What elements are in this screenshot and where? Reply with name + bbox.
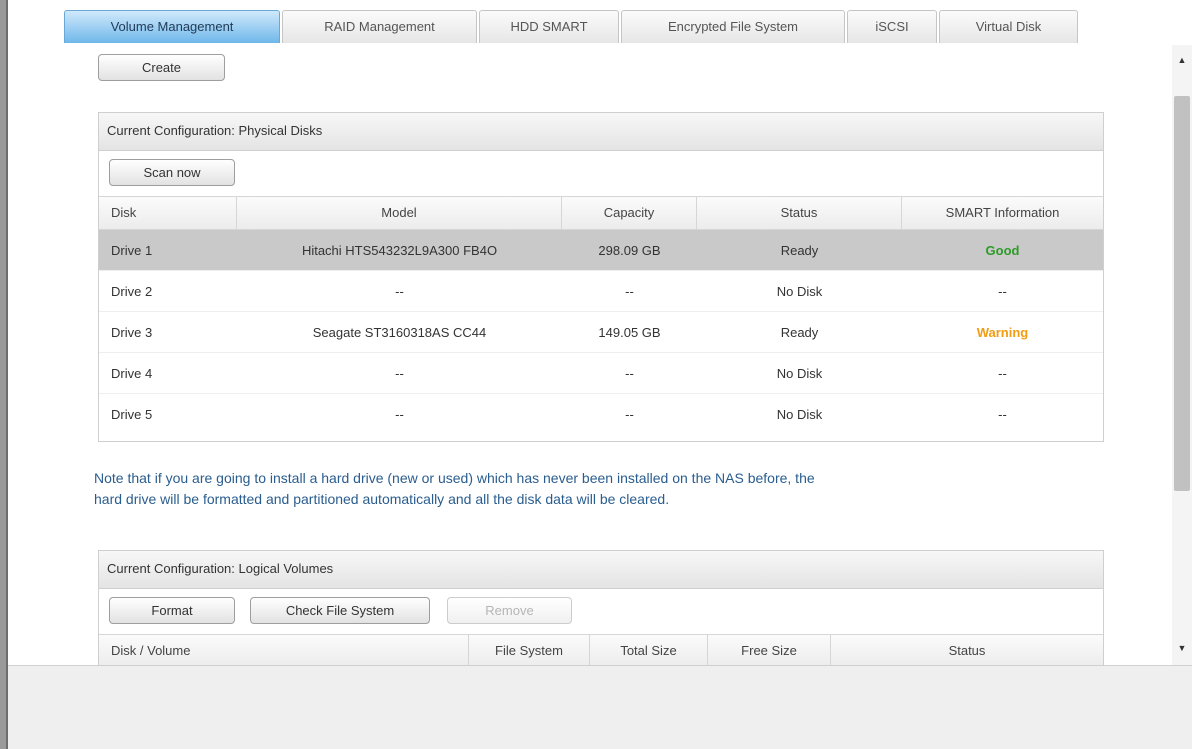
column-header-volume-status[interactable]: Status (831, 635, 1103, 665)
smart-status-good: Good (985, 243, 1020, 258)
smart-cell: -- (998, 284, 1007, 299)
capacity-cell: -- (625, 284, 634, 299)
column-header-capacity[interactable]: Capacity (562, 197, 697, 229)
model-cell: -- (395, 407, 404, 422)
column-header-file-system[interactable]: File System (469, 635, 590, 665)
smart-cell: -- (998, 366, 1007, 381)
tab-virtual-disk[interactable]: Virtual Disk (939, 10, 1078, 43)
note-line-1: Note that if you are going to install a … (94, 470, 815, 486)
status-cell: No Disk (776, 366, 823, 381)
window-frame-left (0, 0, 8, 749)
capacity-cell: -- (625, 407, 634, 422)
physical-disks-table-header: Disk Model Capacity Status SMART Informa… (99, 196, 1103, 230)
table-row[interactable]: Drive 4 -- -- No Disk -- (99, 353, 1103, 394)
status-cell: No Disk (776, 284, 823, 299)
column-header-status[interactable]: Status (697, 197, 902, 229)
create-button[interactable]: Create (98, 54, 225, 81)
table-row[interactable]: Drive 3 Seagate ST3160318AS CC44 149.05 … (99, 312, 1103, 353)
logical-volumes-table-header: Disk / Volume File System Total Size Fre… (99, 634, 1103, 665)
physical-disks-panel: Current Configuration: Physical Disks Sc… (98, 112, 1104, 442)
status-cell: Ready (780, 243, 819, 258)
status-cell: No Disk (776, 407, 823, 422)
table-row[interactable]: Drive 1 Hitachi HTS543232L9A300 FB4O 298… (99, 230, 1103, 271)
column-header-free-size[interactable]: Free Size (708, 635, 831, 665)
scan-now-button[interactable]: Scan now (109, 159, 235, 186)
tab-list: Volume Management RAID Management HDD SM… (64, 10, 1080, 43)
physical-disks-panel-title: Current Configuration: Physical Disks (99, 113, 1103, 151)
column-header-disk-volume[interactable]: Disk / Volume (99, 635, 469, 665)
capacity-cell: -- (625, 366, 634, 381)
check-file-system-button[interactable]: Check File System (250, 597, 430, 624)
remove-button[interactable]: Remove (447, 597, 572, 624)
disk-format-warning-note: Note that if you are going to install a … (94, 468, 1054, 510)
vertical-scrollbar[interactable]: ▲ ▼ (1172, 45, 1192, 665)
column-header-disk[interactable]: Disk (99, 197, 237, 229)
tab-hdd-smart[interactable]: HDD SMART (479, 10, 619, 43)
smart-status-warning: Warning (976, 325, 1029, 340)
smart-cell: -- (998, 407, 1007, 422)
model-cell: -- (395, 366, 404, 381)
tab-encrypted-file-system[interactable]: Encrypted File System (621, 10, 845, 43)
model-cell: Hitachi HTS543232L9A300 FB4O (301, 243, 498, 258)
tab-volume-management[interactable]: Volume Management (64, 10, 280, 43)
tab-bar: Volume Management RAID Management HDD SM… (8, 0, 1192, 45)
tab-iscsi[interactable]: iSCSI (847, 10, 937, 43)
triangle-down-icon[interactable]: ▼ (1172, 639, 1192, 657)
volume-management-content: Create Current Configuration: Physical D… (8, 45, 1172, 665)
status-cell: Ready (780, 325, 819, 340)
disk-cell: Drive 5 (111, 407, 153, 422)
column-header-total-size[interactable]: Total Size (590, 635, 708, 665)
disk-cell: Drive 3 (111, 325, 153, 340)
disk-cell: Drive 1 (111, 243, 153, 258)
logical-volumes-panel-title: Current Configuration: Logical Volumes (99, 551, 1103, 589)
tab-raid-management[interactable]: RAID Management (282, 10, 477, 43)
table-row[interactable]: Drive 2 -- -- No Disk -- (99, 271, 1103, 312)
triangle-up-icon[interactable]: ▲ (1172, 51, 1192, 69)
capacity-cell: 298.09 GB (598, 243, 661, 258)
logical-volumes-panel: Current Configuration: Logical Volumes F… (98, 550, 1104, 665)
footer-bar (8, 665, 1192, 749)
disk-cell: Drive 2 (111, 284, 153, 299)
disk-cell: Drive 4 (111, 366, 153, 381)
column-header-model[interactable]: Model (237, 197, 562, 229)
scrollbar-thumb[interactable] (1174, 96, 1190, 491)
column-header-smart-information[interactable]: SMART Information (902, 197, 1103, 229)
note-line-2: hard drive will be formatted and partiti… (94, 491, 670, 507)
table-row[interactable]: Drive 5 -- -- No Disk -- (99, 394, 1103, 435)
model-cell: Seagate ST3160318AS CC44 (312, 325, 487, 340)
model-cell: -- (395, 284, 404, 299)
format-button[interactable]: Format (109, 597, 235, 624)
capacity-cell: 149.05 GB (598, 325, 661, 340)
